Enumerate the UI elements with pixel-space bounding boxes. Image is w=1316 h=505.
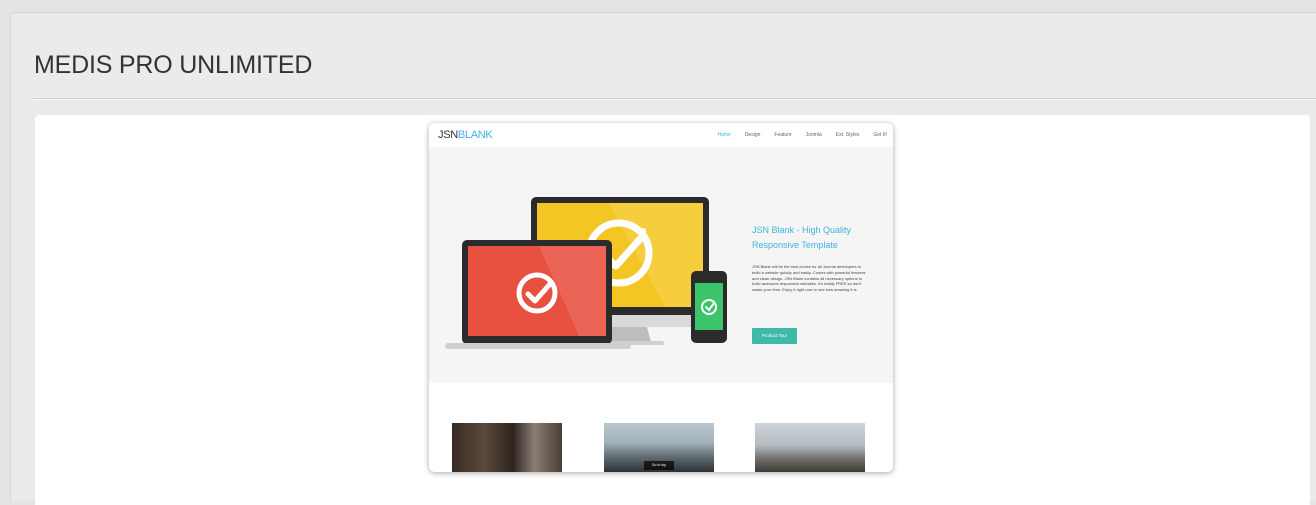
phone-icon <box>691 271 727 343</box>
preview-menu-item-feature: Feature <box>774 132 792 138</box>
preview-menu-item-home: Home <box>717 132 731 138</box>
preview-hero-title: JSN Blank - High Quality Responsive Temp… <box>752 225 852 250</box>
preview-hero: JSN Blank - High Quality Responsive Temp… <box>429 147 893 383</box>
template-preview-image[interactable]: JSNBLANK Home Design Feature Joomla Ext.… <box>429 123 893 472</box>
preview-product-tour-button: Product Tour <box>752 328 797 344</box>
logo-prefix: JSN <box>438 129 458 141</box>
preview-hero-text: JSN Blank will be the best choice for al… <box>752 264 866 293</box>
preview-menu-item-design: Design <box>744 132 761 138</box>
preview-thumbnail-2: Go to top <box>604 423 714 472</box>
logo-suffix: BLANK <box>457 129 493 141</box>
preview-thumbnail-1 <box>452 423 562 472</box>
preview-logo: JSNBLANK <box>438 129 493 141</box>
devices-illustration <box>445 197 727 349</box>
preview-menu-item-joomla: Joomla <box>805 132 822 138</box>
preview-thumbnail-label: Go to top <box>644 461 674 470</box>
preview-menu-item-ext-styles: Ext. Styles <box>835 132 860 138</box>
page-title: MEDIS PRO UNLIMITED <box>34 51 313 79</box>
preview-menu-item-get-it: Get It! <box>873 132 887 138</box>
title-divider <box>33 98 1316 99</box>
preview-navbar: JSNBLANK Home Design Feature Joomla Ext.… <box>429 123 893 147</box>
laptop-icon <box>445 240 631 349</box>
preview-thumbnail-3 <box>755 423 865 472</box>
preview-menu: Home Design Feature Joomla Ext. Styles G… <box>703 132 887 138</box>
